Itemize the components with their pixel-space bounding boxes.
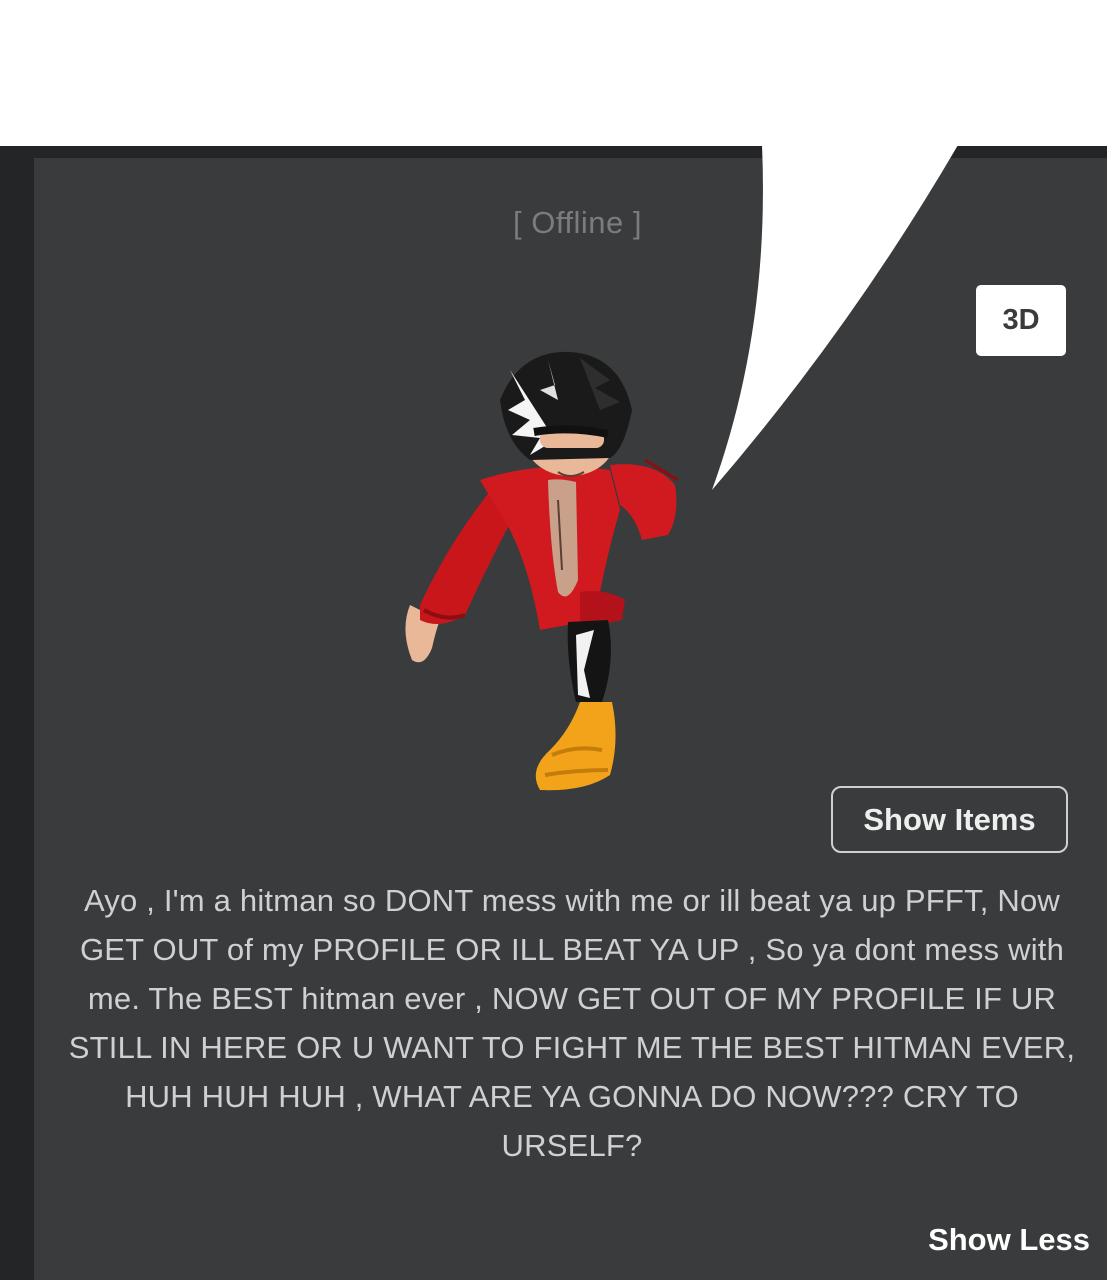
show-items-button[interactable]: Show Items [831, 786, 1068, 853]
toggle-3d-button[interactable]: 3D [976, 285, 1066, 356]
avatar-shoe [535, 702, 616, 791]
presence-status: [ Offline ] [513, 205, 642, 240]
screenshot-stage: [ Offline ] 3D Show Items Ayo , I'm a hi… [0, 0, 1107, 1280]
profile-description: Ayo , I'm a hitman so DONT mess with me … [68, 883, 1076, 1163]
show-less-link[interactable]: Show Less [880, 1222, 1090, 1258]
avatar-render [405, 351, 679, 791]
meme-caption-area [0, 0, 1107, 146]
avatar-arm-right [610, 464, 677, 540]
